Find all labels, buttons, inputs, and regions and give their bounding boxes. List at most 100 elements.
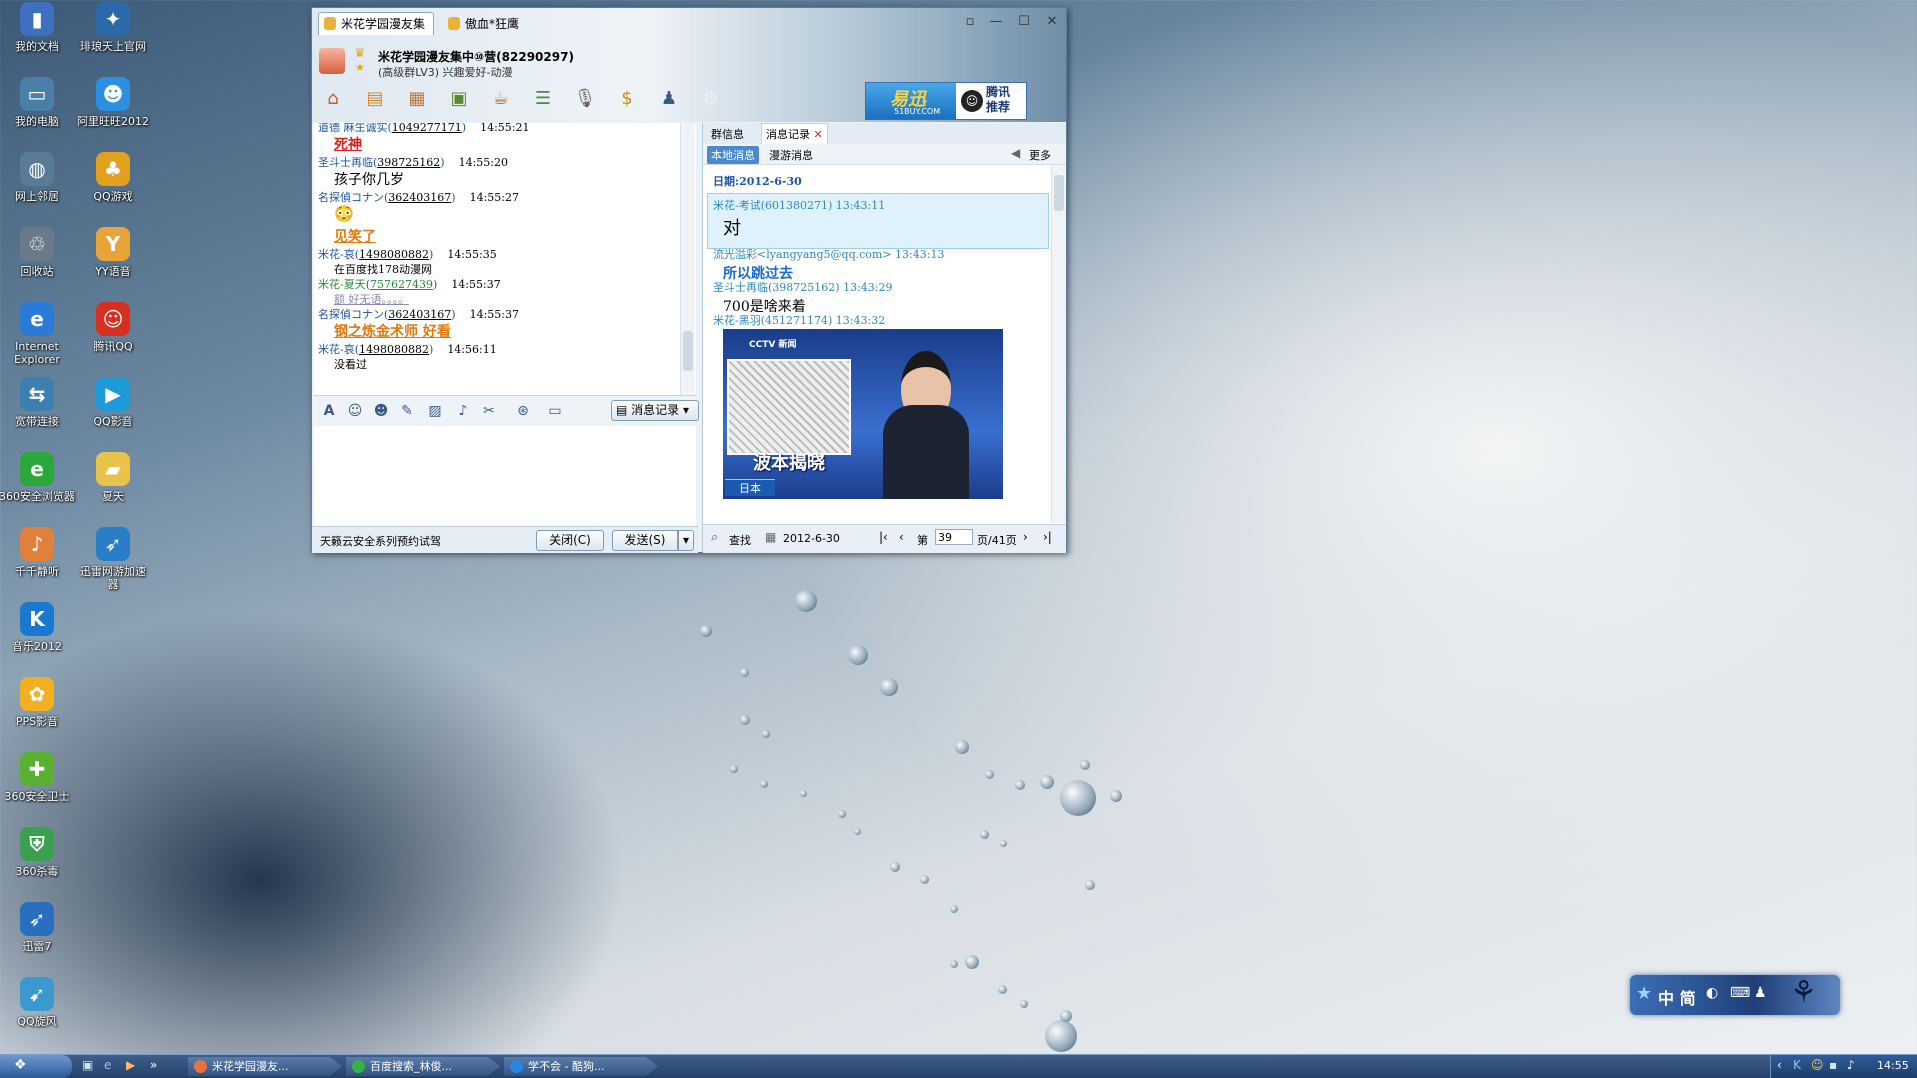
desktop-icon[interactable]: e Internet Explorer xyxy=(0,302,75,366)
magic-emoji-icon[interactable]: ☻ xyxy=(372,402,390,420)
tray-network-icon[interactable]: ▪ xyxy=(1829,1058,1837,1072)
calendar-icon[interactable]: ▦ xyxy=(765,530,776,544)
album-icon[interactable]: ▦ xyxy=(402,84,432,114)
desktop-icon[interactable]: ⇆ 宽带连接 xyxy=(0,377,75,428)
image-icon[interactable]: ▨ xyxy=(426,402,444,420)
tab-friend-chat[interactable]: 傲血*狂鹰 xyxy=(442,12,528,35)
desktop-icon[interactable]: ◍ 网上邻居 xyxy=(0,152,75,203)
more-quick-icon[interactable]: » xyxy=(150,1058,157,1072)
desktop-icon[interactable]: ♪ 千千静听 xyxy=(0,527,75,578)
sender-name[interactable]: 名探偵コナン xyxy=(318,191,384,204)
sender-qq[interactable]: 1498080882 xyxy=(359,248,429,261)
desktop-icon[interactable]: ⛨ 360杀毒 xyxy=(0,827,75,878)
prev-page-icon[interactable]: ‹ xyxy=(899,530,904,544)
emoji-icon[interactable]: ☺ xyxy=(346,402,364,420)
desktop-quick-icon[interactable]: ▣ xyxy=(82,1058,93,1072)
bottom-ad-link[interactable]: 天籁云安全系列预约试驾 xyxy=(320,533,441,549)
moon-icon[interactable]: ◐ xyxy=(1706,985,1718,1001)
sender-qq[interactable]: 1498080882 xyxy=(359,343,429,356)
send-options-chevron-icon[interactable]: ▾ xyxy=(678,530,694,551)
sender-qq[interactable]: 757627439 xyxy=(370,278,433,291)
sender-name[interactable]: 圣斗士再临 xyxy=(318,156,373,169)
sender-qq[interactable]: 362403167 xyxy=(388,191,451,204)
ime-mode-text[interactable]: 中 简 xyxy=(1658,985,1696,1009)
chat-scrollbar[interactable] xyxy=(680,123,695,395)
desktop-icon[interactable]: ♲ 回收站 xyxy=(0,227,75,278)
footer-date[interactable]: 2012-6-30 xyxy=(783,532,840,545)
microphone-icon[interactable]: 🎙 xyxy=(570,84,600,114)
restore-icon[interactable]: ▫ xyxy=(959,13,981,31)
news-screenshot-image[interactable]: CCTV 新闻 波本揭晓 日本 xyxy=(723,329,1003,499)
desktop-icon[interactable]: ✿ PPS影音 xyxy=(0,677,75,728)
desktop-icon[interactable]: ♣ QQ游戏 xyxy=(75,152,151,203)
sender-name[interactable]: 米花-哀 xyxy=(318,343,355,356)
more-button[interactable]: 更多 xyxy=(1029,147,1051,163)
tab-group-chat[interactable]: 米花学园漫友集 xyxy=(318,12,435,35)
scroll-thumb[interactable] xyxy=(1054,175,1064,211)
tray-kugou-icon[interactable]: K xyxy=(1793,1058,1801,1072)
desktop-icon[interactable]: Y YY语音 xyxy=(75,227,151,278)
desktop-icon[interactable]: ✦ 琲琅天上官网 xyxy=(75,2,151,53)
task-browser[interactable]: 百度搜索_林俊... xyxy=(346,1057,500,1076)
first-page-icon[interactable]: |‹ xyxy=(879,530,888,544)
sender-name[interactable]: 米花-哀 xyxy=(318,248,355,261)
group-avatar[interactable] xyxy=(319,48,345,74)
search-icon[interactable]: ⌕ xyxy=(711,530,718,545)
red-packet-icon[interactable]: ⊛ xyxy=(514,402,532,420)
font-icon[interactable]: A xyxy=(320,402,338,420)
message-record-button[interactable]: ▤ 消息记录 ▾ xyxy=(611,400,699,421)
desktop-icon[interactable]: ➹ QQ旋风 xyxy=(0,977,75,1028)
task-kugou[interactable]: 学不会 - 酷狗... xyxy=(504,1057,658,1076)
desktop-icon[interactable]: K 音乐2012 xyxy=(0,602,75,653)
send-button[interactable]: 发送(S) xyxy=(612,530,678,551)
page-input[interactable] xyxy=(935,529,973,545)
close-tab-icon[interactable]: ✕ xyxy=(814,128,823,141)
desktop-icon[interactable]: ▮ 我的文档 xyxy=(0,2,75,53)
tab-group-info[interactable]: 群信息 xyxy=(711,126,744,142)
close-button[interactable]: ✕ xyxy=(1041,13,1063,31)
desktop-icon[interactable]: ☺ 腾讯QQ xyxy=(75,302,151,353)
chat-bubble-icon[interactable]: ▭ xyxy=(546,402,564,420)
music-icon[interactable]: ♪ xyxy=(454,402,472,420)
sender-qq[interactable]: 362403167 xyxy=(388,308,451,321)
desktop-icon[interactable]: ☻ 阿里旺旺2012 xyxy=(75,77,151,128)
ad-banner[interactable]: 易迅 51BUY.COM ☺ 腾讯 推荐 xyxy=(865,82,1027,120)
video-icon[interactable]: ▣ xyxy=(444,84,474,114)
media-quick-icon[interactable]: ▶ xyxy=(126,1058,135,1072)
last-page-icon[interactable]: ›| xyxy=(1043,530,1052,544)
scissors-icon[interactable]: ✂ xyxy=(480,402,498,420)
ie-quick-icon[interactable]: e xyxy=(104,1058,111,1072)
close-chat-button[interactable]: 关闭(C) xyxy=(536,530,604,551)
coin-icon[interactable]: $ xyxy=(612,84,642,114)
next-page-icon[interactable]: › xyxy=(1023,530,1028,544)
tab-local-messages[interactable]: 本地消息 xyxy=(707,146,759,164)
settings-gear-icon[interactable]: ⚙ xyxy=(696,84,726,114)
desktop-icon[interactable]: e 360安全浏览器 xyxy=(0,452,75,503)
record-sender[interactable]: 米花-黑羽(451271174) 13:43:32 xyxy=(713,312,885,328)
tray-qq-icon[interactable]: ☺ xyxy=(1811,1058,1824,1072)
desktop-icon[interactable]: ✚ 360安全卫士 xyxy=(0,752,75,803)
tab-message-record[interactable]: 消息记录 ✕ xyxy=(761,123,828,145)
coffee-icon[interactable]: ☕ xyxy=(486,84,516,114)
start-button[interactable]: ❖ xyxy=(0,1055,72,1078)
chat-history[interactable]: 道德 麻玍诚实(1049277171) 14:55:21 死神 圣斗士再临(39872… xyxy=(314,123,696,395)
sender-qq[interactable]: 1049277171 xyxy=(392,123,462,134)
message-input[interactable] xyxy=(314,426,696,526)
minimize-button[interactable]: — xyxy=(985,13,1007,31)
police-icon[interactable]: ♟ xyxy=(654,84,684,114)
tab-roaming-messages[interactable]: 漫游消息 xyxy=(769,147,813,163)
home-icon[interactable]: ⌂ xyxy=(318,84,348,114)
sender-name[interactable]: 米花-夏天 xyxy=(318,278,366,291)
ime-status-bar[interactable]: ★ 中 简 ◐ ⌨ ♟ ⚘ xyxy=(1630,975,1840,1015)
sender-name[interactable]: 名探偵コナン xyxy=(318,308,384,321)
maximize-button[interactable]: ☐ xyxy=(1013,13,1035,31)
record-sender[interactable]: 米花-考试(601380271) 13:43:11 xyxy=(713,197,885,213)
scroll-thumb[interactable] xyxy=(683,331,693,371)
clock[interactable]: 14:55 xyxy=(1877,1059,1909,1072)
desktop-icon[interactable]: ▶ QQ影音 xyxy=(75,377,151,428)
record-sender[interactable]: 流光溢彩<lyangyang5@qq.com> 13:43:13 xyxy=(713,246,944,262)
sender-name[interactable]: 道德 麻玍诚实 xyxy=(318,123,388,134)
tray-expand-icon[interactable]: ‹ xyxy=(1777,1058,1782,1072)
edit-icon[interactable]: ✎ xyxy=(398,402,416,420)
find-label[interactable]: 查找 xyxy=(729,532,751,548)
